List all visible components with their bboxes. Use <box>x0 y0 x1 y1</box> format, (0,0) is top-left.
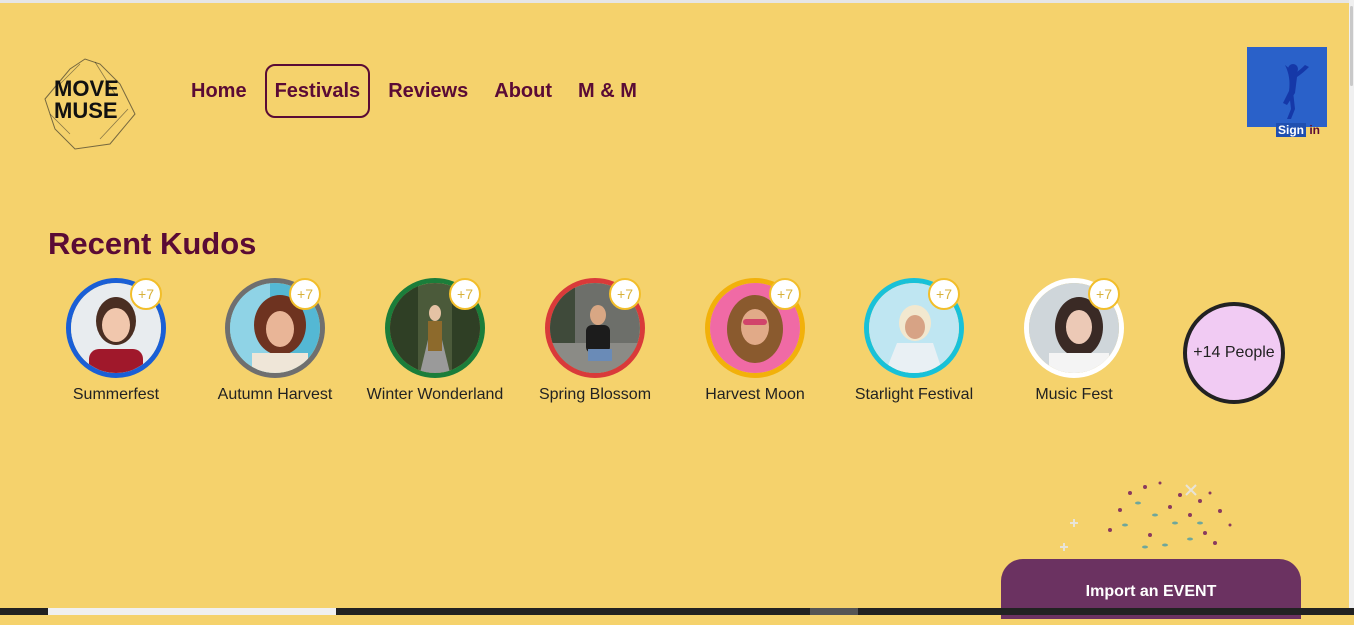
more-people-badge[interactable]: +14 People <box>1183 302 1285 404</box>
nav-festivals[interactable]: Festivals <box>264 64 371 118</box>
main-nav: Home Festivals Reviews About M & M <box>191 64 663 118</box>
top-border <box>0 0 1349 3</box>
kudo-label: Harvest Moon <box>705 386 805 403</box>
kudo-count-badge: +7 <box>1088 278 1120 310</box>
kudo-count-badge: +7 <box>289 278 321 310</box>
recent-kudos-title: Recent Kudos <box>48 226 257 261</box>
kudo-label: Summerfest <box>72 386 160 403</box>
taskbar-segment <box>48 608 336 615</box>
taskbar-segment <box>810 608 858 615</box>
confetti-decoration <box>1060 481 1232 551</box>
kudo-count-badge: +7 <box>928 278 960 310</box>
scrollbar-thumb[interactable] <box>1350 6 1353 86</box>
nav-home[interactable]: Home <box>191 65 247 117</box>
nav-m-and-m[interactable]: M & M <box>578 65 637 117</box>
nav-reviews[interactable]: Reviews <box>388 65 468 117</box>
kudo-count-badge: +7 <box>449 278 481 310</box>
logo-text: MOVE MUSE <box>54 76 119 123</box>
kudo-label: Starlight Festival <box>854 386 974 403</box>
kudo-label: Spring Blossom <box>538 386 652 403</box>
kudo-count-badge: +7 <box>769 278 801 310</box>
nav-about[interactable]: About <box>494 65 552 117</box>
kudo-label: Winter Wonderland <box>366 386 504 403</box>
bottom-taskbar <box>0 608 1354 615</box>
kudo-label: Music Fest <box>1035 386 1113 403</box>
dancer-icon <box>1247 47 1327 127</box>
kudo-count-badge: +7 <box>130 278 162 310</box>
kudo-count-badge: +7 <box>609 278 641 310</box>
vertical-scrollbar[interactable] <box>1349 0 1354 608</box>
kudo-label: Autumn Harvest <box>217 386 333 403</box>
signin-label[interactable]: Sign in <box>1276 123 1320 137</box>
movemuse-logo[interactable]: MOVE MUSE <box>40 54 138 150</box>
signin-button[interactable]: Sign in <box>1247 47 1327 137</box>
